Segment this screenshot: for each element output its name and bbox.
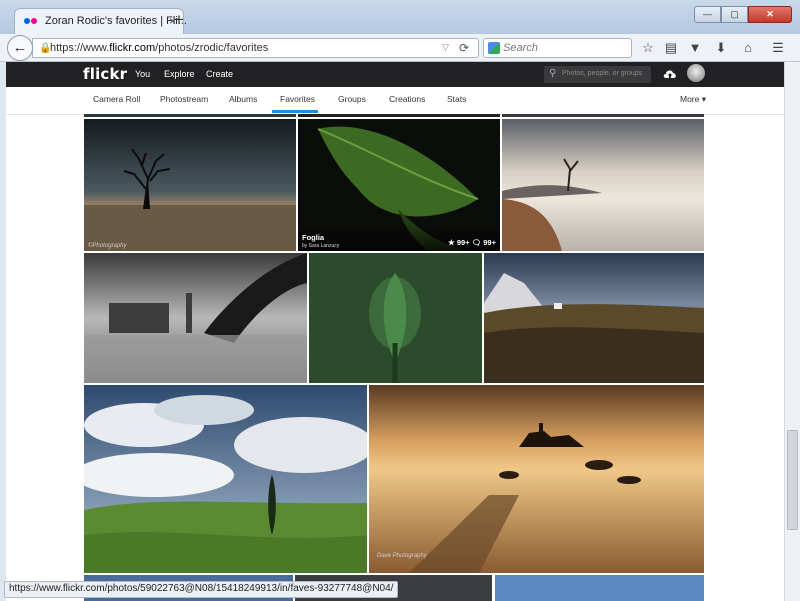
tab-groups[interactable]: Groups	[338, 94, 366, 104]
pocket-icon[interactable]: ▼	[686, 40, 704, 55]
comment-count: 99+	[483, 238, 496, 247]
photo-thumbnail[interactable]: ©Photography	[84, 119, 296, 251]
comment-icon[interactable]: 🗨	[472, 238, 482, 247]
tab-stats[interactable]: Stats	[447, 94, 466, 104]
photo-thumbnail[interactable]	[502, 119, 704, 251]
flickr-search-input[interactable]: ⚲ Photos, people, or groups	[544, 66, 651, 83]
avatar[interactable]	[687, 64, 705, 82]
photo-thumbnail[interactable]	[84, 114, 296, 117]
flickr-favicon-icon	[24, 18, 40, 26]
window-controls: — ▢ ✕	[694, 6, 792, 23]
photo-thumbnail[interactable]: Dave Photography	[369, 385, 704, 573]
upload-cloud-icon[interactable]	[662, 66, 678, 82]
search-icon: ⚲	[549, 68, 557, 79]
photo-thumbnail[interactable]	[298, 114, 500, 117]
nav-explore[interactable]: Explore	[164, 69, 195, 79]
photo-thumbnail[interactable]	[84, 253, 307, 383]
nav-create[interactable]: Create	[206, 69, 233, 79]
url-bar[interactable]: 🔒 https://www.flickr.com/photos/zrodic/f…	[32, 38, 479, 58]
fave-star-icon[interactable]: ★	[448, 238, 455, 247]
photo-thumbnail[interactable]	[84, 385, 367, 573]
menu-icon[interactable]: ☰	[769, 40, 787, 56]
url-text: https://www.flickr.com/photos/zrodic/fav…	[50, 42, 269, 54]
close-window-button[interactable]: ✕	[748, 6, 792, 23]
profile-subnav: Camera Roll Photostream Albums Favorites…	[6, 87, 784, 115]
minimize-button[interactable]: —	[694, 6, 721, 23]
photo-author[interactable]: by Sara Lanzucy	[302, 243, 339, 249]
tab-title: Zoran Rodic's favorites | Fli...	[45, 15, 187, 27]
vertical-scrollbar[interactable]	[784, 62, 800, 601]
navigation-toolbar: 🔒 https://www.flickr.com/photos/zrodic/f…	[0, 34, 800, 62]
downloads-icon[interactable]: ⬇	[712, 40, 730, 56]
active-tab-indicator	[272, 110, 318, 113]
browser-tab[interactable]: Zoran Rodic's favorites | Fli... ×	[14, 8, 187, 34]
tab-camera-roll[interactable]: Camera Roll	[93, 94, 140, 104]
back-button[interactable]: ←	[7, 35, 33, 61]
home-icon[interactable]: ⌂	[739, 40, 757, 55]
photo-thumbnail-hovered[interactable]: Foglia by Sara Lanzucy ★ 99+ 🗨 99+	[298, 119, 500, 251]
status-bar-link-preview: https://www.flickr.com/photos/59022763@N…	[4, 581, 399, 598]
flickr-search-placeholder: Photos, people, or groups	[562, 70, 643, 77]
photo-thumbnail[interactable]	[484, 253, 704, 383]
browser-search-input[interactable]: Search	[483, 38, 632, 58]
tab-photostream[interactable]: Photostream	[160, 94, 208, 104]
page-viewport: flickr You Explore Create ⚲ Photos, peop…	[6, 62, 784, 601]
nav-you[interactable]: You	[135, 69, 150, 79]
photo-title[interactable]: Foglia	[302, 233, 324, 242]
fave-count: 99+	[456, 238, 470, 247]
more-menu[interactable]: More ▾	[680, 94, 706, 105]
search-engine-icon	[488, 42, 500, 54]
favorites-photo-grid: ©Photography Foglia by Sara Lanzucy ★ 99…	[6, 114, 784, 601]
photo-watermark: ©Photography	[88, 243, 127, 249]
url-dropdown-icon[interactable]: ▽	[442, 42, 449, 53]
photo-thumbnail[interactable]	[502, 114, 704, 117]
reading-list-icon[interactable]: ▤	[662, 40, 680, 56]
tab-strip: Zoran Rodic's favorites | Fli... × + — ▢…	[0, 0, 800, 34]
maximize-button[interactable]: ▢	[721, 6, 748, 23]
new-tab-button[interactable]: +	[174, 10, 184, 30]
scrollbar-thumb[interactable]	[787, 430, 798, 530]
flickr-logo[interactable]: flickr	[83, 65, 127, 83]
search-placeholder: Search	[503, 42, 538, 54]
tab-albums[interactable]: Albums	[229, 94, 257, 104]
tab-creations[interactable]: Creations	[389, 94, 425, 104]
photo-watermark: Dave Photography	[377, 553, 427, 559]
photo-thumbnail[interactable]	[309, 253, 482, 383]
photo-stats: ★ 99+ 🗨 99+	[448, 238, 496, 247]
photo-thumbnail[interactable]	[495, 575, 704, 601]
reload-icon[interactable]: ⟳	[459, 41, 469, 55]
flickr-top-bar: flickr You Explore Create ⚲ Photos, peop…	[6, 62, 784, 87]
tab-favorites[interactable]: Favorites	[280, 94, 315, 104]
bookmark-star-icon[interactable]: ☆	[639, 40, 657, 56]
